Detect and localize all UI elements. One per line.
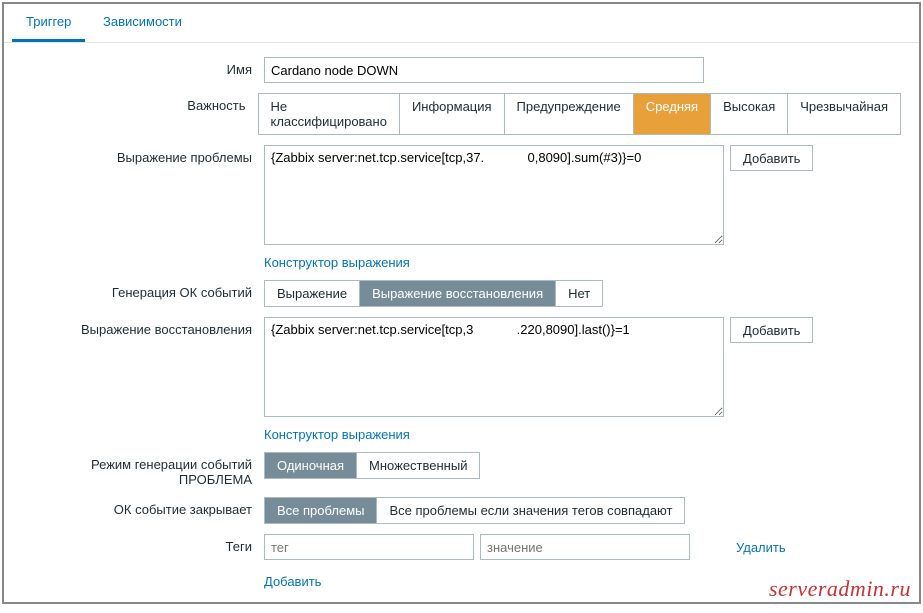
- recovery-expr-add-button[interactable]: Добавить: [730, 317, 813, 343]
- problem-mode-single[interactable]: Одиночная: [265, 453, 357, 478]
- ok-gen-recovery-expression[interactable]: Выражение восстановления: [360, 281, 556, 306]
- problem-expr-textarea[interactable]: [264, 145, 724, 245]
- name-input[interactable]: [264, 57, 704, 83]
- watermark: serveradmin.ru: [769, 576, 911, 602]
- label-recovery-expr: Выражение восстановления: [22, 317, 264, 337]
- form: Имя Важность Не классифицировано Информа…: [4, 43, 919, 613]
- severity-disaster[interactable]: Чрезвычайная: [788, 94, 900, 134]
- tag-add-link[interactable]: Добавить: [264, 574, 321, 589]
- tag-remove-link[interactable]: Удалить: [736, 540, 786, 555]
- ok-close-group: Все проблемы Все проблемы если значения …: [264, 497, 685, 524]
- problem-mode-group: Одиночная Множественный: [264, 452, 480, 479]
- label-problem-expr: Выражение проблемы: [22, 145, 264, 165]
- problem-expr-constructor-link[interactable]: Конструктор выражения: [264, 255, 410, 270]
- severity-information[interactable]: Информация: [400, 94, 505, 134]
- label-problem-mode: Режим генерации событий ПРОБЛЕМА: [22, 452, 264, 487]
- ok-close-tag-match[interactable]: Все проблемы если значения тегов совпада…: [377, 498, 684, 523]
- label-name: Имя: [22, 57, 264, 77]
- ok-close-all[interactable]: Все проблемы: [265, 498, 377, 523]
- ok-gen-group: Выражение Выражение восстановления Нет: [264, 280, 603, 307]
- recovery-expr-textarea[interactable]: [264, 317, 724, 417]
- severity-average[interactable]: Средняя: [634, 94, 711, 134]
- tag-name-input[interactable]: [264, 534, 474, 560]
- problem-mode-multiple[interactable]: Множественный: [357, 453, 479, 478]
- tab-trigger[interactable]: Триггер: [12, 4, 85, 42]
- problem-expr-add-button[interactable]: Добавить: [730, 145, 813, 171]
- severity-high[interactable]: Высокая: [711, 94, 788, 134]
- tab-dependencies[interactable]: Зависимости: [89, 4, 196, 42]
- recovery-expr-constructor-link[interactable]: Конструктор выражения: [264, 427, 410, 442]
- ok-gen-expression[interactable]: Выражение: [265, 281, 360, 306]
- label-ok-gen: Генерация ОК событий: [22, 280, 264, 300]
- severity-warning[interactable]: Предупреждение: [505, 94, 634, 134]
- tabs: Триггер Зависимости: [4, 4, 919, 43]
- severity-not-classified[interactable]: Не классифицировано: [259, 94, 400, 134]
- label-severity: Важность: [22, 93, 258, 113]
- label-ok-close: ОК событие закрывает: [22, 497, 264, 517]
- ok-gen-none[interactable]: Нет: [556, 281, 602, 306]
- severity-group: Не классифицировано Информация Предупреж…: [258, 93, 901, 135]
- label-tags: Теги: [22, 534, 264, 554]
- tag-value-input[interactable]: [480, 534, 690, 560]
